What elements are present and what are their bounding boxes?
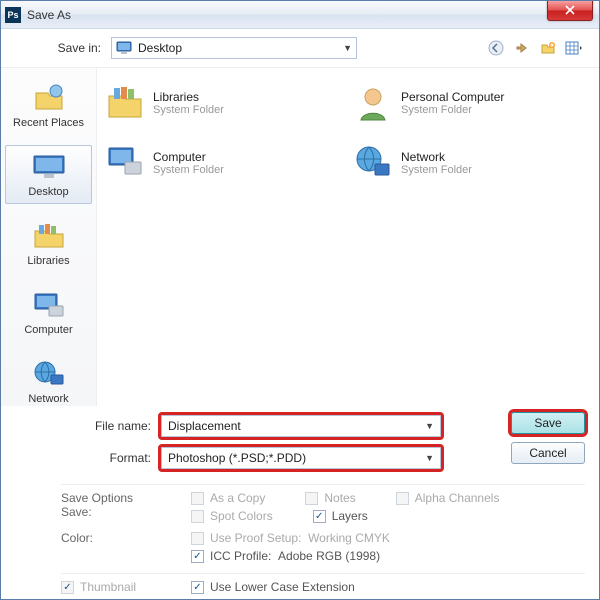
window-title: Save As xyxy=(27,8,71,22)
save-options-section: Save Options Save: As a Copy Notes Alpha… xyxy=(1,489,599,594)
close-button[interactable] xyxy=(547,1,593,21)
save-in-value: Desktop xyxy=(138,41,343,55)
checkbox-as-a-copy[interactable]: As a Copy xyxy=(191,491,265,505)
place-computer[interactable]: Computer xyxy=(1,283,96,342)
chevron-down-icon: ▼ xyxy=(425,421,434,431)
save-in-label: Save in: xyxy=(1,41,111,55)
file-name: Libraries xyxy=(153,90,224,104)
chevron-down-icon: ▼ xyxy=(425,453,434,463)
place-label: Network xyxy=(3,393,94,405)
checkbox-use-proof-setup[interactable]: Use Proof Setup: Working CMYK xyxy=(191,531,585,545)
save-options-heading: Save Options xyxy=(61,491,191,505)
file-subtext: System Folder xyxy=(153,164,224,176)
file-item-computer[interactable]: ComputerSystem Folder xyxy=(105,136,343,190)
place-label: Computer xyxy=(3,324,94,336)
chevron-down-icon: ▼ xyxy=(343,43,352,53)
filename-value: Displacement xyxy=(168,419,241,433)
file-subtext: System Folder xyxy=(401,104,504,116)
place-label: Libraries xyxy=(3,255,94,267)
filename-label: File name: xyxy=(1,419,161,433)
place-network[interactable]: Network xyxy=(1,352,96,411)
checkbox-layers[interactable]: Layers xyxy=(313,509,368,523)
titlebar: Ps Save As xyxy=(1,1,599,29)
save-subheading: Save: xyxy=(61,505,191,519)
desktop-icon xyxy=(116,40,132,56)
cancel-button[interactable]: Cancel xyxy=(511,442,585,464)
network-icon xyxy=(353,143,393,183)
desktop-icon xyxy=(29,151,69,183)
nav-back-icon[interactable] xyxy=(487,39,505,57)
place-label: Recent Places xyxy=(3,117,94,129)
file-name: Personal Computer xyxy=(401,90,504,104)
color-subheading: Color: xyxy=(61,531,191,545)
files-pane[interactable]: LibrariesSystem Folder Personal Computer… xyxy=(97,68,599,406)
place-libraries[interactable]: Libraries xyxy=(1,214,96,273)
app-icon: Ps xyxy=(5,7,21,23)
place-recent[interactable]: Recent Places xyxy=(1,76,96,135)
filename-input[interactable]: Displacement ▼ xyxy=(161,415,441,437)
file-subtext: System Folder xyxy=(153,104,224,116)
save-button[interactable]: Save xyxy=(511,412,585,434)
divider xyxy=(61,484,585,485)
libraries-icon xyxy=(29,220,69,252)
checkbox-use-lower-case-ext[interactable]: Use Lower Case Extension xyxy=(191,580,355,594)
checkbox-icc-profile[interactable]: ICC Profile: Adobe RGB (1998) xyxy=(191,549,585,563)
checkbox-thumbnail[interactable]: Thumbnail xyxy=(61,580,191,594)
computer-icon xyxy=(29,289,69,321)
computer-icon xyxy=(105,143,145,183)
libraries-icon xyxy=(105,83,145,123)
recent-places-icon xyxy=(29,82,69,114)
divider xyxy=(61,573,585,574)
file-item-libraries[interactable]: LibrariesSystem Folder xyxy=(105,76,343,130)
file-name: Computer xyxy=(153,150,224,164)
format-label: Format: xyxy=(1,451,161,465)
format-dropdown[interactable]: Photoshop (*.PSD;*.PDD) ▼ xyxy=(161,447,441,469)
save-in-row: Save in: Desktop ▼ xyxy=(1,29,599,68)
place-desktop[interactable]: Desktop xyxy=(5,145,92,204)
file-subtext: System Folder xyxy=(401,164,472,176)
file-name: Network xyxy=(401,150,472,164)
file-item-personal-computer[interactable]: Personal ComputerSystem Folder xyxy=(353,76,591,130)
format-value: Photoshop (*.PSD;*.PDD) xyxy=(168,451,306,465)
checkbox-alpha-channels[interactable]: Alpha Channels xyxy=(396,491,500,505)
close-icon xyxy=(565,5,575,15)
network-icon xyxy=(29,358,69,390)
places-bar: Recent Places Desktop Libraries Computer… xyxy=(1,68,97,406)
up-one-level-icon[interactable] xyxy=(513,39,531,57)
save-in-dropdown[interactable]: Desktop ▼ xyxy=(111,37,357,59)
user-icon xyxy=(353,83,393,123)
checkbox-notes[interactable]: Notes xyxy=(305,491,355,505)
place-label: Desktop xyxy=(7,186,90,198)
file-item-network[interactable]: NetworkSystem Folder xyxy=(353,136,591,190)
checkbox-spot-colors[interactable]: Spot Colors xyxy=(191,509,273,523)
view-menu-icon[interactable] xyxy=(565,39,583,57)
new-folder-icon[interactable] xyxy=(539,39,557,57)
